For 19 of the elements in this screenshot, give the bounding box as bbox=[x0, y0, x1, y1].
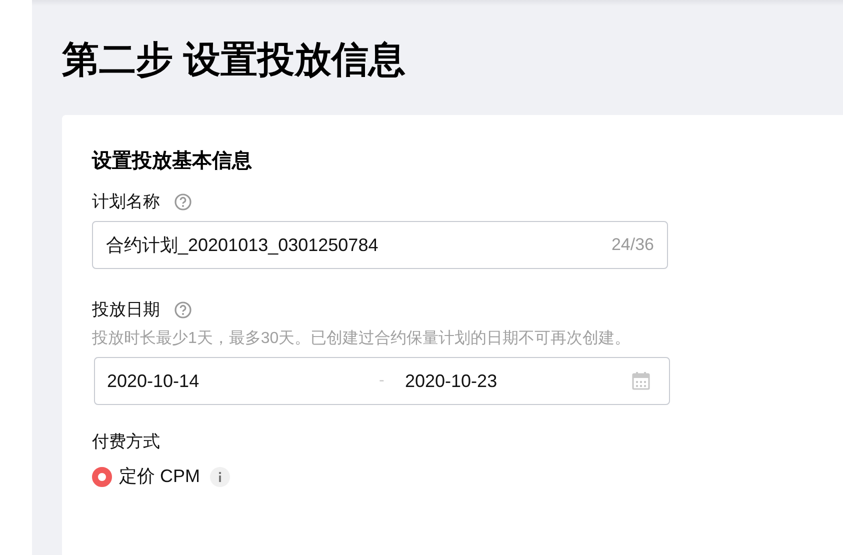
start-date: 2020-10-14 bbox=[107, 370, 200, 392]
field-label: 付费方式 bbox=[92, 431, 160, 453]
section-title: 设置投放基本信息 bbox=[92, 149, 253, 174]
help-icon[interactable] bbox=[174, 193, 192, 211]
end-date: 2020-10-23 bbox=[405, 370, 498, 392]
hint-text: 投放时长最少1天，最多30天。已创建过合约保量计划的日期不可再次创建。 bbox=[92, 328, 632, 349]
page-title: 第二步 设置投放信息 bbox=[62, 38, 406, 82]
calendar-icon[interactable] bbox=[631, 371, 651, 391]
info-icon[interactable] bbox=[210, 466, 230, 486]
field-label: 计划名称 bbox=[92, 191, 160, 213]
radio-label: 定价 CPM bbox=[119, 465, 200, 488]
date-separator: - bbox=[379, 371, 386, 391]
help-icon[interactable] bbox=[174, 301, 192, 319]
field-value: 合约计划_20201013_0301250784 bbox=[106, 234, 380, 256]
field-label: 投放日期 bbox=[92, 299, 160, 321]
character-counter: 24/36 bbox=[611, 234, 654, 256]
plan-name-field[interactable]: 合约计划_20201013_0301250784 24/36 bbox=[92, 221, 668, 269]
radio-button[interactable] bbox=[92, 466, 112, 486]
date-range-field[interactable]: 2020-10-14 - 2020-10-23 bbox=[94, 357, 670, 405]
